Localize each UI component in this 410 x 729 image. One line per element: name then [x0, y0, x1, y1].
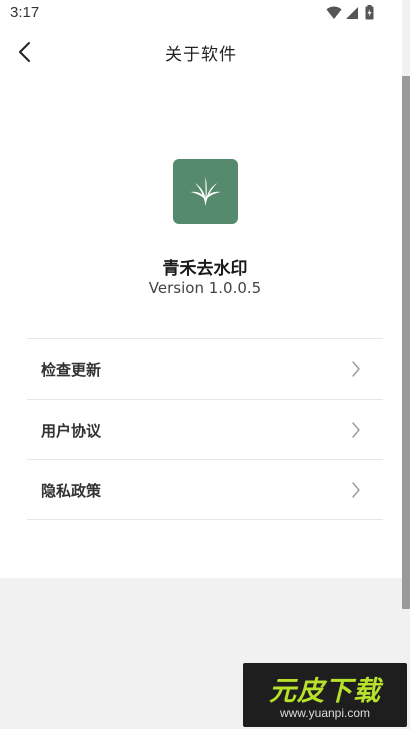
header: 关于软件	[0, 28, 402, 76]
chevron-right-icon	[352, 421, 360, 438]
status-time: 3:17	[10, 4, 40, 21]
wifi-icon	[326, 6, 342, 19]
menu-item-label: 隐私政策	[41, 482, 102, 500]
watermark-brand: 元皮下载	[269, 676, 381, 707]
menu-item-label: 检查更新	[41, 361, 102, 379]
sprout-leaves-icon	[190, 177, 221, 206]
chevron-right-icon	[352, 361, 360, 377]
scrollbar[interactable]	[402, 76, 410, 609]
battery-charging-icon	[365, 5, 374, 20]
app-name: 青禾去水印	[162, 259, 248, 279]
chevron-right-icon	[352, 482, 360, 498]
privacy-policy-item[interactable]: 隐私政策	[27, 459, 383, 520]
check-update-item[interactable]: 检查更新	[27, 338, 383, 399]
app-version: Version 1.0.0.5	[148, 279, 262, 297]
user-agreement-item[interactable]: 用户协议	[27, 398, 383, 460]
watermark-logo: 元皮下载 www.yuanpi.com	[243, 663, 407, 727]
screen: 3:17 关于软件 青禾去水印 Version 1.0.0.5 检查更新 用户协…	[0, 0, 410, 729]
app-logo	[173, 159, 238, 224]
cellular-signal-icon	[346, 7, 358, 19]
status-bar: 3:17	[0, 0, 410, 28]
watermark-url: www.yuanpi.com	[279, 706, 371, 720]
settings-menu: 检查更新 用户协议 隐私政策	[27, 338, 383, 520]
menu-item-label: 用户协议	[41, 421, 102, 440]
page-title: 关于软件	[165, 45, 237, 65]
